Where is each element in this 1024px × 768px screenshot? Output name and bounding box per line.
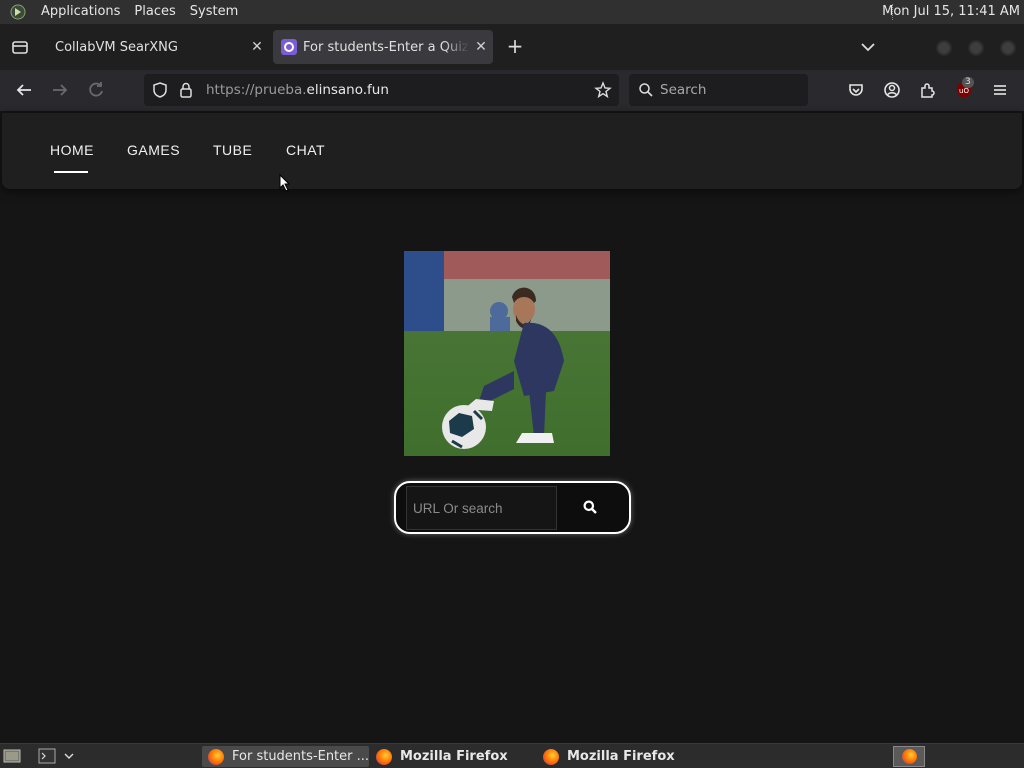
tab-quizizz[interactable]: For students-Enter a Quiziz ✕ [273,30,493,64]
system-menu[interactable]: System [183,0,245,24]
reload-icon[interactable] [86,80,106,100]
tab-title: CollabVM SearXNG [55,39,178,55]
terminal-icon[interactable] [38,748,56,764]
shield-icon[interactable] [151,81,169,99]
chevron-down-icon[interactable] [60,748,78,764]
search-icon [639,83,653,97]
nav-toolbar: https://prueba.elinsano.fun Search uO [0,70,1024,111]
hamburger-menu-icon[interactable] [990,80,1010,100]
url-search-input[interactable] [406,486,557,530]
chevron-down-icon[interactable] [858,38,878,56]
pocket-icon[interactable] [846,80,866,100]
close-tab-icon[interactable]: ✕ [469,39,493,55]
bookmark-star-icon[interactable] [594,81,612,99]
new-tab-button[interactable]: + [505,36,525,56]
taskbar-item-firefox-1[interactable]: Mozilla Firefox [370,746,535,767]
taskbar-item-firefox-2[interactable]: Mozilla Firefox [537,746,702,767]
close-window-button[interactable] [1000,40,1016,56]
quizizz-favicon-icon [281,39,297,55]
clock[interactable]: Mon Jul 15, 11:41 AM [882,0,1020,24]
back-arrow-icon[interactable] [14,80,34,100]
taskbar: For students-Enter ... Mozilla Firefox M… [0,743,1024,768]
search-bar-placeholder: Search [660,82,707,98]
tab-title: For students-Enter a Quiziz [303,39,469,55]
minimize-button[interactable] [936,40,952,56]
forward-arrow-icon[interactable] [50,80,70,100]
lock-icon[interactable] [178,81,194,99]
taskbar-item-quizizz[interactable]: For students-Enter ... [202,746,369,767]
hero-image [404,251,610,456]
url-bar[interactable]: https://prueba.elinsano.fun [144,74,619,106]
firefox-icon [376,748,392,765]
active-nav-underline [54,171,88,173]
site-nav: HOME GAMES TUBE CHAT [2,113,1022,189]
tab-list-icon[interactable] [10,37,30,57]
mouse-cursor-icon [279,174,291,192]
nav-games[interactable]: GAMES [127,142,180,158]
nav-chat[interactable]: CHAT [286,142,325,158]
search-icon [583,500,597,514]
task-label: For students-Enter ... [232,749,369,764]
account-icon[interactable] [882,80,902,100]
proxy-search-form [394,481,631,534]
places-menu[interactable]: Places [127,0,182,24]
nav-home[interactable]: HOME [50,142,94,158]
search-bar[interactable]: Search [629,74,808,106]
top-panel: Applications Places System Mon Jul 15, 1… [0,0,1024,24]
show-desktop-icon[interactable] [3,748,21,764]
url-host: elinsano.fun [306,82,389,98]
workspace-switcher[interactable] [893,746,925,767]
url-text: https://prueba.elinsano.fun [206,82,389,98]
search-submit-button[interactable] [562,492,618,524]
maximize-button[interactable] [968,40,984,56]
nav-tube[interactable]: TUBE [213,142,252,158]
task-label: Mozilla Firefox [567,749,675,764]
web-page: HOME GAMES TUBE CHAT [0,111,1024,743]
extensions-puzzle-icon[interactable] [918,80,938,100]
tab-bar: CollabVM SearXNG ✕ For students-Enter a … [0,24,1024,70]
svg-text:uO: uO [959,87,969,95]
close-tab-icon[interactable]: ✕ [245,39,269,55]
gnome-foot-icon[interactable] [10,4,26,20]
firefox-icon [208,748,224,765]
url-prefix: https://prueba. [206,82,307,98]
firefox-icon [902,749,917,764]
firefox-icon [543,748,559,765]
task-label: Mozilla Firefox [400,749,508,764]
tab-searxng[interactable]: CollabVM SearXNG ✕ [43,30,269,64]
extension-badge: 3 [962,77,974,88]
applications-menu[interactable]: Applications [34,0,127,24]
